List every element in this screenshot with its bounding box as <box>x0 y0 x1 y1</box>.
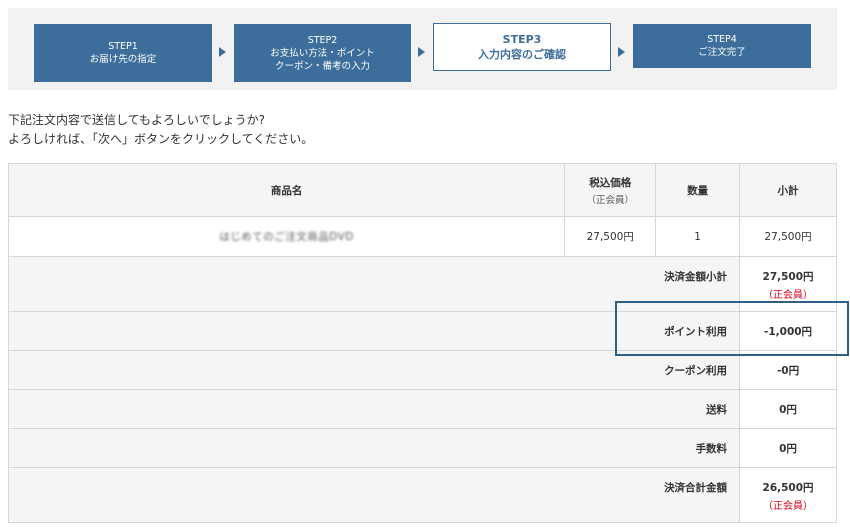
summary-value-subtotal: 27,500円 （正会員） <box>739 256 837 312</box>
step-1-number: STEP1 <box>108 41 138 52</box>
item-name: はじめてのご注文商品DVD <box>219 231 354 243</box>
step-4: STEP4 ご注文完了 <box>633 24 811 68</box>
step-arrow-icon <box>618 47 625 57</box>
step-4-label: ご注文完了 <box>698 47 746 58</box>
checkout-steps: STEP1 お届け先の指定 STEP2 お支払い方法・ポイント クーポン・備考の… <box>8 8 837 90</box>
step-1: STEP1 お届け先の指定 <box>34 24 212 82</box>
member-note: （正会員） <box>763 501 814 512</box>
summary-label-coupon: クーポン利用 <box>7 350 741 390</box>
summary-row-shipping: 送料 0円 <box>7 389 837 429</box>
summary-row-fee: 手数料 0円 <box>7 428 837 468</box>
summary-amount-subtotal: 27,500円 <box>762 271 814 283</box>
summary-value-coupon: -0円 <box>739 350 837 390</box>
step-3-number: STEP3 <box>502 33 542 46</box>
header-subtotal: 小計 <box>739 163 837 217</box>
item-quantity: 1 <box>655 216 741 257</box>
summary-row-coupon: クーポン利用 -0円 <box>7 350 837 390</box>
summary-value-total: 26,500円 （正会員） <box>739 467 837 523</box>
summary-value-points: -1,000円 <box>739 311 837 351</box>
item-name-cell: はじめてのご注文商品DVD <box>7 216 566 257</box>
confirm-message-line1: 下記注文内容で送信してもよろしいでしょうか? <box>8 113 266 127</box>
item-price: 27,500円 <box>564 216 657 257</box>
header-price-sub: （正会員） <box>586 194 634 206</box>
summary-value-shipping: 0円 <box>739 389 837 429</box>
confirm-message-line2: よろしければ、「次へ」ボタンをクリックしてください。 <box>8 132 314 146</box>
summary-amount-total: 26,500円 <box>762 482 814 494</box>
step-2-number: STEP2 <box>307 34 338 46</box>
step-arrow-icon <box>219 47 226 57</box>
step-2-label: お支払い方法・ポイント <box>270 47 375 59</box>
header-price-label: 税込価格 <box>589 176 632 189</box>
summary-row-points: ポイント利用 -1,000円 <box>7 311 837 351</box>
step-2-label-line2: クーポン・備考の入力 <box>274 60 370 72</box>
table-header-row: 商品名 税込価格 （正会員） 数量 小計 <box>7 163 837 217</box>
summary-label-fee: 手数料 <box>7 428 741 468</box>
confirm-message: 下記注文内容で送信してもよろしいでしょうか? よろしければ、「次へ」ボタンをクリ… <box>8 111 313 149</box>
summary-row-subtotal: 決済金額小計 27,500円 （正会員） <box>7 256 837 312</box>
step-3-current: STEP3 入力内容のご確認 <box>433 23 611 71</box>
step-arrow-icon <box>418 47 425 57</box>
step-3-label: 入力内容のご確認 <box>478 48 566 61</box>
header-quantity: 数量 <box>655 163 741 217</box>
summary-label-points: ポイント利用 <box>7 311 741 351</box>
summary-label-total: 決済合計金額 <box>7 467 741 523</box>
summary-label-subtotal: 決済金額小計 <box>7 256 741 312</box>
summary-row-total: 決済合計金額 26,500円 （正会員） <box>7 467 837 523</box>
step-2: STEP2 お支払い方法・ポイント クーポン・備考の入力 <box>234 24 411 82</box>
table-row: はじめてのご注文商品DVD 27,500円 1 27,500円 <box>7 216 837 257</box>
step-1-label: お届け先の指定 <box>89 54 157 65</box>
summary-label-shipping: 送料 <box>7 389 741 429</box>
summary-value-fee: 0円 <box>739 428 837 468</box>
header-product: 商品名 <box>7 163 566 217</box>
item-subtotal: 27,500円 <box>739 216 837 257</box>
order-summary-table: 商品名 税込価格 （正会員） 数量 小計 はじめてのご注文商品DVD 27,50… <box>7 163 837 523</box>
step-4-number: STEP4 <box>707 34 737 45</box>
member-note: （正会員） <box>763 290 814 301</box>
header-price: 税込価格 （正会員） <box>564 163 657 217</box>
